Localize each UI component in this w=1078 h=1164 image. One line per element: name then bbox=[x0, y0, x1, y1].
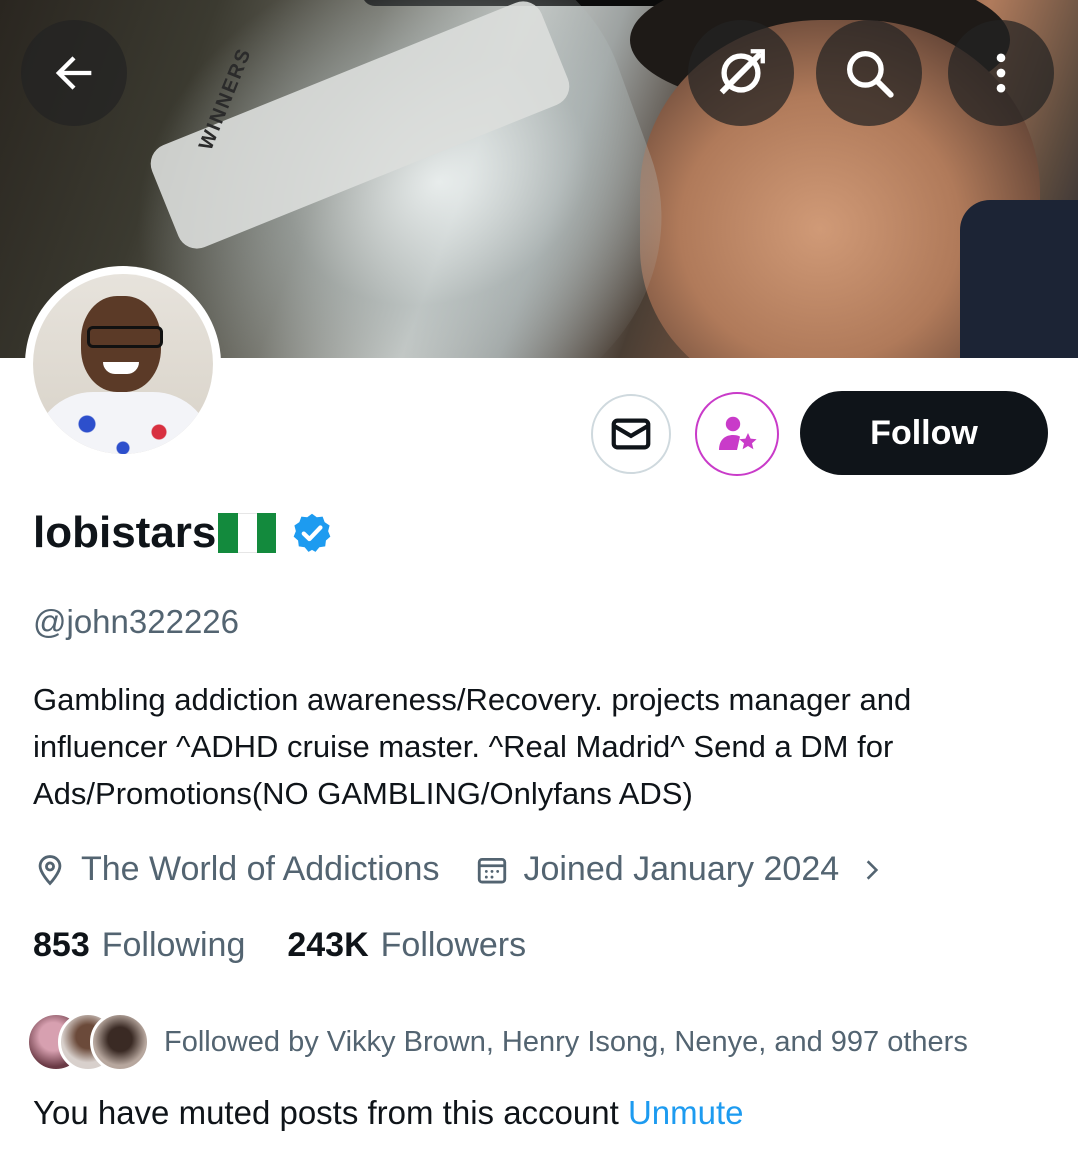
name-row: lobistars bbox=[33, 508, 334, 558]
calendar-icon bbox=[478, 857, 507, 883]
followed-by-row[interactable]: Followed by Vikky Brown, Henry Isong, Ne… bbox=[26, 1012, 968, 1072]
more-button[interactable] bbox=[948, 20, 1054, 126]
banner-suit bbox=[960, 200, 1078, 358]
search-button[interactable] bbox=[816, 20, 922, 126]
joined-text: Joined January 2024 bbox=[523, 850, 840, 888]
search-icon bbox=[847, 51, 894, 98]
followers-label: Followers bbox=[380, 926, 527, 964]
user-handle: @john322226 bbox=[33, 603, 240, 640]
followers-count: 243K bbox=[287, 926, 369, 964]
followed-by-text: Followed by Vikky Brown, Henry Isong, Ne… bbox=[164, 1025, 968, 1058]
nigeria-flag-icon bbox=[218, 513, 277, 553]
muted-text: You have muted posts from this account bbox=[33, 1094, 619, 1131]
avatar-photo bbox=[33, 274, 213, 454]
profile-avatar[interactable] bbox=[25, 266, 221, 462]
follow-button[interactable]: Follow bbox=[800, 391, 1048, 475]
joined-item[interactable]: Joined January 2024 bbox=[475, 850, 885, 889]
back-button[interactable] bbox=[21, 20, 127, 126]
person-star-icon bbox=[719, 416, 757, 450]
grok-icon bbox=[719, 49, 765, 95]
display-name: lobistars bbox=[33, 508, 217, 557]
muted-notice: You have muted posts from this account U… bbox=[33, 1094, 744, 1132]
location-pin-icon bbox=[38, 854, 62, 886]
profile-bio: Gambling addiction awareness/Recovery. p… bbox=[33, 682, 912, 811]
followers-link[interactable]: 243K Followers bbox=[287, 926, 526, 965]
message-button[interactable] bbox=[591, 394, 671, 474]
verified-badge-icon[interactable] bbox=[290, 511, 334, 555]
chevron-right-icon bbox=[866, 859, 879, 880]
arrow-left-icon bbox=[55, 56, 92, 90]
grok-button[interactable] bbox=[688, 20, 794, 126]
following-link[interactable]: 853 Following bbox=[33, 926, 245, 965]
profile-stats: 853 Following 243K Followers bbox=[33, 926, 526, 965]
envelope-icon bbox=[611, 418, 651, 450]
following-label: Following bbox=[101, 926, 246, 964]
subscribe-button[interactable] bbox=[695, 392, 779, 476]
location-item: The World of Addictions bbox=[33, 850, 439, 889]
following-count: 853 bbox=[33, 926, 90, 964]
location-text: The World of Addictions bbox=[81, 850, 440, 888]
more-vertical-icon bbox=[996, 53, 1006, 93]
follower-avatar bbox=[90, 1012, 150, 1072]
profile-meta: The World of Addictions Joined January 2… bbox=[33, 850, 885, 889]
follower-avatars bbox=[26, 1012, 150, 1072]
unmute-link[interactable]: Unmute bbox=[628, 1094, 744, 1131]
